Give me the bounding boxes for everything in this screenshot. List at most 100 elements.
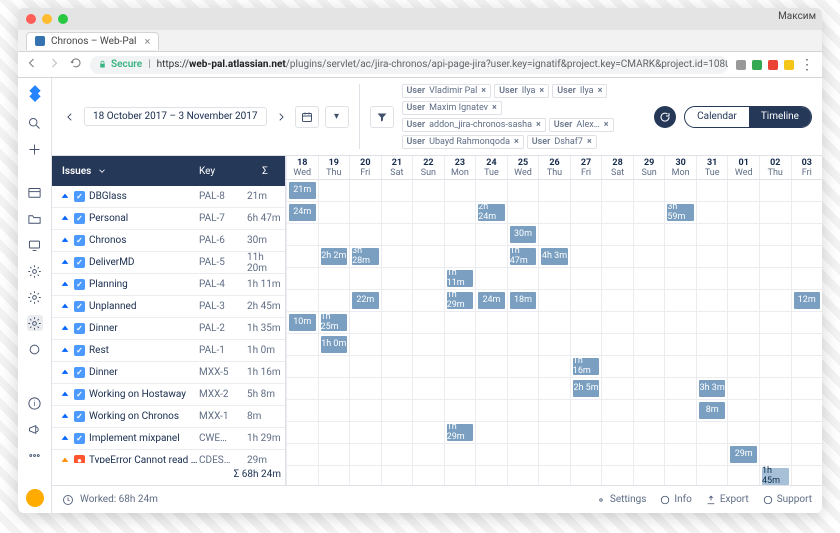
- timeline-cell[interactable]: [286, 356, 318, 377]
- timeline-cell[interactable]: [381, 422, 413, 443]
- timeline-cell[interactable]: 22m: [349, 290, 381, 311]
- timeline-cell[interactable]: [570, 400, 602, 421]
- worklog-block[interactable]: 22m: [352, 292, 379, 309]
- timeline-cell[interactable]: [475, 246, 507, 267]
- issue-row[interactable]: ✓UnplannedPAL-32h 45m: [52, 296, 285, 318]
- back-icon[interactable]: [26, 57, 38, 72]
- timeline-cell[interactable]: [318, 202, 350, 223]
- timeline-cell[interactable]: [791, 422, 823, 443]
- timeline-cell[interactable]: [633, 356, 665, 377]
- timeline-cell[interactable]: [601, 268, 633, 289]
- timeline-cell[interactable]: [507, 202, 539, 223]
- timeline-cell[interactable]: [538, 444, 570, 465]
- next-range-button[interactable]: [273, 109, 289, 125]
- timeline-cell[interactable]: [507, 466, 539, 485]
- worklog-block[interactable]: 3h 3m: [699, 380, 726, 397]
- reload-icon[interactable]: [70, 57, 82, 72]
- timeline-cell[interactable]: [791, 246, 823, 267]
- timeline-cell[interactable]: [759, 444, 791, 465]
- issue-row[interactable]: ✓Working on ChronosMXX-18m: [52, 406, 285, 428]
- timeline-cell[interactable]: [696, 180, 728, 201]
- gear-outline-icon[interactable]: [27, 341, 43, 357]
- timeline-cell[interactable]: [601, 312, 633, 333]
- issue-row[interactable]: ✓DinnerPAL-21h 35m: [52, 318, 285, 340]
- support-link[interactable]: Support: [763, 494, 812, 505]
- timeline-cell[interactable]: [727, 268, 759, 289]
- close-dot-icon[interactable]: [26, 14, 36, 24]
- omnibox[interactable]: Secure | https://web-pal.atlassian.net/p…: [90, 56, 728, 74]
- timeline-cell[interactable]: [318, 290, 350, 311]
- timeline-cell[interactable]: [349, 334, 381, 355]
- timeline-cell[interactable]: [791, 180, 823, 201]
- timeline-cell[interactable]: [570, 334, 602, 355]
- worklog-block[interactable]: 1h 16m: [573, 358, 600, 375]
- timeline-cell[interactable]: [349, 180, 381, 201]
- timeline-cell[interactable]: [286, 224, 318, 245]
- timeline-cell[interactable]: [696, 466, 728, 485]
- info-link[interactable]: Info: [660, 494, 691, 505]
- timeline-cell[interactable]: [412, 378, 444, 399]
- timeline-cell[interactable]: [538, 378, 570, 399]
- screen-icon[interactable]: [27, 237, 43, 253]
- timeline-cell[interactable]: [759, 290, 791, 311]
- timeline-cell[interactable]: [759, 268, 791, 289]
- timeline-cell[interactable]: 4h 3m: [538, 246, 570, 267]
- timeline-cell[interactable]: [381, 268, 413, 289]
- timeline-cell[interactable]: [412, 444, 444, 465]
- filter-chip[interactable]: UserIlya×: [552, 84, 607, 98]
- timeline-cell[interactable]: [412, 224, 444, 245]
- timeline-cell[interactable]: 3h 3m: [696, 378, 728, 399]
- timeline-cell[interactable]: [507, 334, 539, 355]
- timeline-cell[interactable]: [759, 400, 791, 421]
- issues-column-header[interactable]: Issues: [52, 166, 199, 177]
- minimize-dot-icon[interactable]: [42, 14, 52, 24]
- timeline-cell[interactable]: [349, 268, 381, 289]
- timeline-cell[interactable]: [475, 356, 507, 377]
- timeline-cell[interactable]: 1h 11m: [444, 268, 476, 289]
- timeline-cell[interactable]: [601, 466, 633, 485]
- timeline-cell[interactable]: [570, 466, 602, 485]
- timeline-cell[interactable]: [696, 334, 728, 355]
- timeline-cell[interactable]: [759, 356, 791, 377]
- timeline-cell[interactable]: [759, 180, 791, 201]
- timeline-cell[interactable]: [412, 312, 444, 333]
- timeline-cell[interactable]: [664, 180, 696, 201]
- filter-chip[interactable]: UserDshaf7×: [527, 135, 597, 149]
- worklog-block[interactable]: 2h 24m: [478, 204, 505, 221]
- timeline-cell[interactable]: 3h 28m: [349, 246, 381, 267]
- timeline-cell[interactable]: [791, 268, 823, 289]
- timeline-cell[interactable]: [412, 356, 444, 377]
- timeline-cell[interactable]: [475, 268, 507, 289]
- gear-icon[interactable]: [27, 263, 43, 279]
- timeline-cell[interactable]: [664, 400, 696, 421]
- timeline-cell[interactable]: [633, 224, 665, 245]
- timeline-cell[interactable]: [318, 356, 350, 377]
- issue-row[interactable]: ✓PersonalPAL-76h 47m: [52, 208, 285, 230]
- timeline-cell[interactable]: [381, 400, 413, 421]
- timeline-cell[interactable]: [696, 444, 728, 465]
- timeline-cell[interactable]: [381, 356, 413, 377]
- timeline-cell[interactable]: [318, 378, 350, 399]
- worklog-block[interactable]: 12m: [794, 292, 821, 309]
- timeline-cell[interactable]: [696, 246, 728, 267]
- board-icon[interactable]: [27, 185, 43, 201]
- search-icon[interactable]: [27, 115, 43, 131]
- timeline-cell[interactable]: [727, 246, 759, 267]
- timeline-cell[interactable]: 18m: [507, 290, 539, 311]
- timeline-cell[interactable]: [538, 180, 570, 201]
- timeline-cell[interactable]: [664, 246, 696, 267]
- timeline-cell[interactable]: [412, 334, 444, 355]
- timeline-cell[interactable]: [318, 422, 350, 443]
- timeline-cell[interactable]: [507, 422, 539, 443]
- timeline-cell[interactable]: [601, 180, 633, 201]
- timeline-cell[interactable]: [538, 268, 570, 289]
- timeline-cell[interactable]: 1h 29m: [444, 290, 476, 311]
- gear-icon[interactable]: [27, 289, 43, 305]
- issue-row[interactable]: ✓Working on HostawayMXX-25h 8m: [52, 384, 285, 406]
- timeline-cell[interactable]: [412, 246, 444, 267]
- ext-icon[interactable]: [784, 60, 794, 70]
- timeline-cell[interactable]: [601, 202, 633, 223]
- worklog-block[interactable]: 4h 3m: [541, 248, 568, 265]
- timeline-cell[interactable]: [696, 202, 728, 223]
- timeline-cell[interactable]: [664, 334, 696, 355]
